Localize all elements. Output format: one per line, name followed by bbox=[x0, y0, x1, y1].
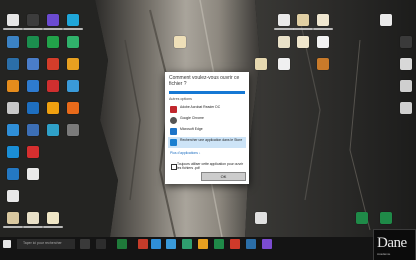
desktop-icon[interactable] bbox=[356, 212, 368, 224]
desktop-icon[interactable] bbox=[278, 58, 290, 70]
edge-icon bbox=[170, 127, 177, 135]
desktop-icon[interactable] bbox=[47, 80, 59, 92]
open-with-dialog[interactable]: Comment voulez-vous ouvrir ce fichier ? … bbox=[165, 72, 249, 184]
desktop-icon[interactable] bbox=[400, 36, 412, 48]
logo-text: Dane bbox=[377, 235, 407, 251]
desktop-icon[interactable] bbox=[27, 168, 39, 180]
taskbar-app-icon[interactable] bbox=[214, 239, 224, 249]
always-use-label: Toujours utiliser cette application pour… bbox=[177, 162, 244, 170]
option-store[interactable]: Rechercher une application dans le Store bbox=[168, 137, 246, 148]
desktop-icon[interactable] bbox=[317, 58, 329, 70]
taskbar-app-icon[interactable] bbox=[138, 239, 148, 249]
desktop-icon[interactable] bbox=[7, 168, 19, 180]
desktop-icon-label bbox=[23, 28, 43, 30]
desktop[interactable]: Comment voulez-vous ouvrir ce fichier ? … bbox=[0, 0, 416, 260]
desktop-icon[interactable] bbox=[255, 212, 267, 224]
logo-subtext: Académie bbox=[377, 252, 391, 256]
desktop-icon[interactable] bbox=[47, 58, 59, 70]
taskbar-app-icon[interactable] bbox=[151, 239, 161, 249]
desktop-icon[interactable] bbox=[7, 146, 19, 158]
chrome-icon bbox=[170, 116, 177, 124]
desktop-icon[interactable] bbox=[400, 80, 412, 92]
option-label: Google Chrome bbox=[180, 116, 204, 120]
dialog-accent-bar bbox=[169, 91, 245, 94]
desktop-icon[interactable] bbox=[380, 14, 392, 26]
desktop-icon[interactable] bbox=[255, 58, 267, 70]
desktop-icon[interactable] bbox=[67, 124, 79, 136]
desktop-icon[interactable] bbox=[7, 80, 19, 92]
dane-logo-watermark: Dane Académie bbox=[373, 229, 416, 260]
desktop-icon[interactable] bbox=[297, 14, 309, 26]
more-apps-link[interactable]: Plus d'applications ↓ bbox=[170, 151, 201, 155]
search-placeholder: Taper ici pour rechercher bbox=[23, 241, 62, 245]
desktop-icon[interactable] bbox=[67, 80, 79, 92]
desktop-icon[interactable] bbox=[27, 58, 39, 70]
desktop-icon[interactable] bbox=[400, 102, 412, 114]
desktop-icon[interactable] bbox=[27, 212, 39, 224]
desktop-icon[interactable] bbox=[317, 14, 329, 26]
desktop-icon[interactable] bbox=[27, 80, 39, 92]
desktop-icon-label bbox=[43, 226, 63, 228]
desktop-icon[interactable] bbox=[380, 212, 392, 224]
desktop-icon[interactable] bbox=[7, 212, 19, 224]
desktop-icon[interactable] bbox=[47, 124, 59, 136]
desktop-icon[interactable] bbox=[7, 124, 19, 136]
desktop-icon-label bbox=[293, 28, 313, 30]
taskbar-app-icon[interactable] bbox=[96, 239, 106, 249]
taskbar-app-icon[interactable] bbox=[117, 239, 127, 249]
desktop-icon[interactable] bbox=[7, 58, 19, 70]
desktop-icon-label bbox=[313, 28, 333, 30]
desktop-icon[interactable] bbox=[47, 212, 59, 224]
dialog-title: Comment voulez-vous ouvrir ce fichier ? bbox=[169, 75, 240, 87]
dialog-subtitle: Autres options bbox=[169, 97, 192, 101]
desktop-icon[interactable] bbox=[278, 14, 290, 26]
desktop-icon-label bbox=[3, 226, 23, 228]
desktop-icon[interactable] bbox=[67, 102, 79, 114]
store-icon bbox=[170, 138, 177, 146]
desktop-icon[interactable] bbox=[174, 36, 186, 48]
acrobat-icon bbox=[170, 105, 177, 113]
desktop-icon[interactable] bbox=[317, 36, 329, 48]
taskbar-app-icon[interactable] bbox=[198, 239, 208, 249]
taskbar-app-icon[interactable] bbox=[230, 239, 240, 249]
option-label: Rechercher une application dans le Store bbox=[180, 138, 243, 142]
desktop-icon[interactable] bbox=[7, 14, 19, 26]
desktop-icon[interactable] bbox=[27, 36, 39, 48]
taskbar-app-icon[interactable] bbox=[262, 239, 272, 249]
desktop-icon[interactable] bbox=[7, 102, 19, 114]
taskbar-app-icon[interactable] bbox=[246, 239, 256, 249]
desktop-icon[interactable] bbox=[297, 36, 309, 48]
desktop-icon-label bbox=[274, 28, 294, 30]
option-label: Adobe Acrobat Reader DC bbox=[180, 105, 221, 109]
taskbar: Taper ici pour rechercher bbox=[0, 237, 416, 260]
taskbar-search-box[interactable]: Taper ici pour rechercher bbox=[17, 239, 75, 249]
desktop-icon[interactable] bbox=[278, 36, 290, 48]
desktop-icon[interactable] bbox=[67, 58, 79, 70]
desktop-icon-label bbox=[43, 28, 63, 30]
desktop-icon-label bbox=[3, 28, 23, 30]
desktop-icon[interactable] bbox=[27, 14, 39, 26]
taskbar-app-icon[interactable] bbox=[182, 239, 192, 249]
desktop-icon[interactable] bbox=[7, 36, 19, 48]
desktop-icon[interactable] bbox=[27, 102, 39, 114]
option-acrobat[interactable]: Adobe Acrobat Reader DC bbox=[168, 104, 246, 114]
ok-button[interactable]: OK bbox=[201, 172, 246, 181]
taskbar-app-icon[interactable] bbox=[166, 239, 176, 249]
desktop-icon[interactable] bbox=[7, 190, 19, 202]
option-edge[interactable]: Microsoft Edge bbox=[168, 126, 246, 136]
desktop-icon[interactable] bbox=[47, 14, 59, 26]
desktop-icon-label bbox=[23, 226, 43, 228]
option-chrome[interactable]: Google Chrome bbox=[168, 115, 246, 125]
desktop-icon[interactable] bbox=[27, 124, 39, 136]
desktop-icon[interactable] bbox=[67, 36, 79, 48]
desktop-icon-label bbox=[63, 28, 83, 30]
desktop-icon[interactable] bbox=[67, 14, 79, 26]
desktop-icon[interactable] bbox=[47, 36, 59, 48]
windows-start-icon[interactable] bbox=[3, 240, 11, 248]
desktop-icon[interactable] bbox=[47, 102, 59, 114]
desktop-icon[interactable] bbox=[400, 58, 412, 70]
task-view-icon[interactable] bbox=[80, 239, 90, 249]
desktop-icon[interactable] bbox=[27, 146, 39, 158]
option-label: Microsoft Edge bbox=[180, 127, 203, 131]
